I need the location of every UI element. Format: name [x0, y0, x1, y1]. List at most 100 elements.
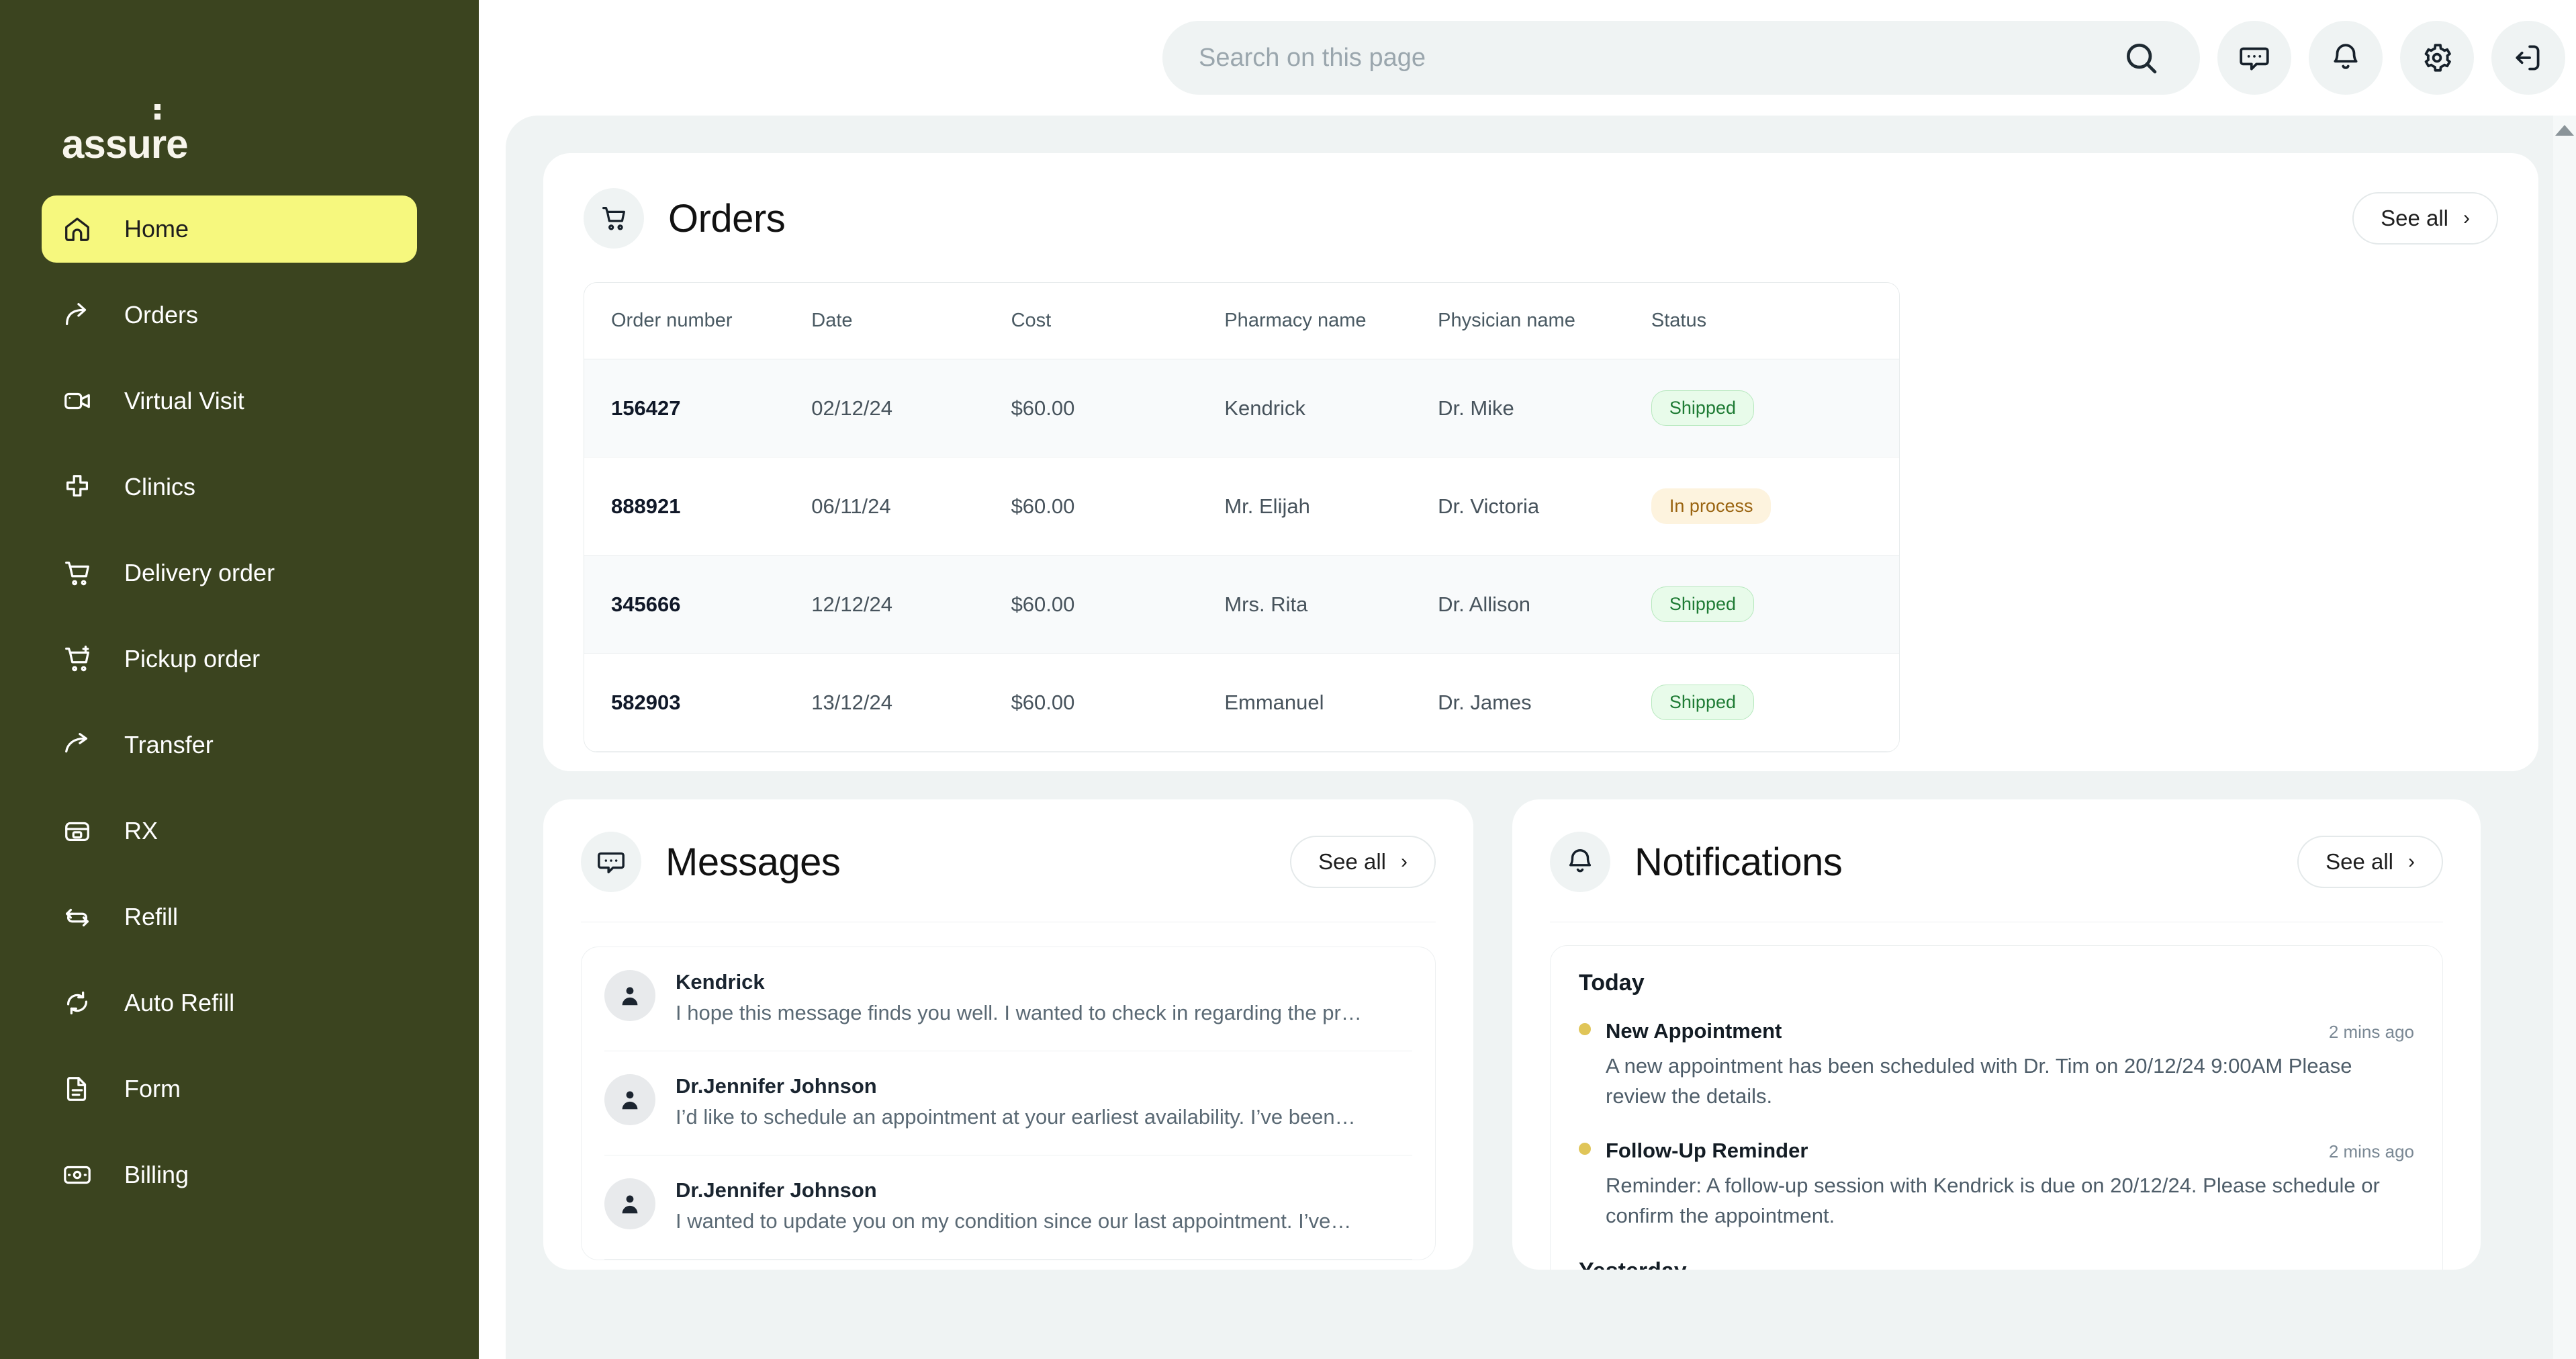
notification-item[interactable]: Follow-Up Reminder 2 mins ago Reminder: A …: [1579, 1139, 2414, 1231]
pill-box-icon: [62, 816, 93, 846]
cart-plus-icon: [62, 644, 93, 674]
sidebar: assu r e Home Orders Virtual Visit Clinics Del…: [0, 0, 479, 1359]
orders-card-header: Orders See all ›: [584, 188, 2498, 249]
logout-button[interactable]: [2491, 21, 2565, 95]
notification-text: A new appointment has been scheduled wit…: [1606, 1054, 2352, 1108]
order-status-cell: In process: [1651, 457, 1899, 556]
status-badge: Shipped: [1651, 390, 1754, 426]
search-input[interactable]: [1199, 43, 2122, 73]
sidebar-item-label: Form: [124, 1075, 181, 1102]
sidebar-item-delivery-order[interactable]: Delivery order: [42, 539, 417, 607]
order-number-cell: 345666: [584, 556, 812, 654]
medical-cross-icon: [62, 472, 93, 502]
brand-logo: assu r e: [62, 104, 479, 167]
search-bar[interactable]: [1162, 21, 2200, 95]
list-item[interactable]: Kendrick I hope this message finds you we…: [604, 947, 1412, 1051]
message-sender-name: Kendrick: [676, 970, 765, 994]
sidebar-item-label: Delivery order: [124, 559, 275, 586]
sidebar-item-label: Virtual Visit: [124, 387, 244, 414]
notification-timestamp: 2 mins ago: [2328, 1141, 2414, 1161]
chat-icon: [2238, 41, 2271, 75]
avatar: [604, 1178, 655, 1229]
order-status-cell: Shipped: [1651, 556, 1899, 654]
orders-table-body: 156427 02/12/24 $60.00 Kendrick Dr. Mike Ship…: [584, 359, 1899, 752]
order-pharmacy-cell: Kendrick: [1224, 359, 1438, 457]
orders-see-all-button[interactable]: See all ›: [2352, 192, 2498, 245]
notification-day-label: Today: [1579, 970, 1645, 996]
sidebar-item-auto-refill[interactable]: Auto Refill: [42, 969, 417, 1037]
order-physician-cell: Dr. Mike: [1438, 359, 1651, 457]
table-row[interactable]: 582903 13/12/24 $60.00 Emmanuel Dr. James Shi…: [584, 654, 1899, 752]
sidebar-item-rx[interactable]: RX: [42, 797, 417, 865]
brand-logo-text-a: assu: [62, 122, 152, 167]
sidebar-item-pickup-order[interactable]: Pickup order: [42, 625, 417, 693]
chevron-right-icon: ›: [2408, 850, 2415, 873]
bell-icon: [2329, 41, 2362, 75]
page-content: Orders See all › Order number Date Cost Pha…: [506, 116, 2563, 1359]
bell-icon: [1550, 832, 1610, 892]
video-camera-icon: [62, 386, 93, 417]
order-date-cell: 06/11/24: [811, 457, 1011, 556]
order-cost-cell: $60.00: [1011, 457, 1225, 556]
notification-timestamp: 2 mins ago: [2328, 1022, 2414, 1042]
status-badge: Shipped: [1651, 685, 1754, 720]
messages-card-header: Messages See all ›: [581, 832, 1436, 922]
sidebar-item-home[interactable]: Home: [42, 195, 417, 263]
refresh-icon: [62, 902, 93, 932]
notification-title: New Appointment: [1606, 1019, 1782, 1043]
orders-column-header: Date: [811, 283, 1011, 359]
sidebar-item-transfer[interactable]: Transfer: [42, 711, 417, 779]
messages-list: Kendrick I hope this message finds you we…: [581, 947, 1436, 1260]
messages-card: Messages See all › Kendrick I hope this m…: [543, 799, 1473, 1270]
message-sender-name: Dr.Jennifer Johnson: [676, 1074, 877, 1098]
sidebar-item-form[interactable]: Form: [42, 1055, 417, 1123]
sidebar-item-refill[interactable]: Refill: [42, 883, 417, 951]
table-row[interactable]: 888921 06/11/24 $60.00 Mr. Elijah Dr. Victor…: [584, 457, 1899, 556]
brand-logo-text-r: r: [150, 104, 167, 167]
unread-dot-icon: [1579, 1023, 1591, 1035]
notification-title: Follow-Up Reminder: [1606, 1138, 1808, 1162]
order-pharmacy-cell: Mrs. Rita: [1224, 556, 1438, 654]
order-pharmacy-cell: Mr. Elijah: [1224, 457, 1438, 556]
table-row[interactable]: 156427 02/12/24 $60.00 Kendrick Dr. Mike Ship…: [584, 359, 1899, 457]
message-body: Dr.Jennifer Johnson I’d like to schedule …: [676, 1074, 1412, 1129]
notification-item[interactable]: New Appointment 2 mins ago A new appointme…: [1579, 1019, 2414, 1112]
messages-see-all-button[interactable]: See all ›: [1290, 836, 1436, 888]
document-icon: [62, 1073, 93, 1104]
sidebar-item-orders[interactable]: Orders: [42, 281, 417, 349]
chat-icon-button[interactable]: [2217, 21, 2291, 95]
sidebar-item-virtual-visit[interactable]: Virtual Visit: [42, 367, 417, 435]
notifications-bell-button[interactable]: [2309, 21, 2383, 95]
search-icon[interactable]: [2122, 39, 2160, 77]
notifications-list: Today New Appointment 2 mins ago A new appo…: [1550, 945, 2443, 1270]
orders-column-header: Cost: [1011, 283, 1225, 359]
notifications-title: Notifications: [1635, 840, 1843, 884]
auto-refresh-icon: [62, 988, 93, 1018]
order-number-cell: 582903: [584, 654, 812, 752]
chat-icon: [581, 832, 641, 892]
cart-icon: [62, 558, 93, 588]
order-cost-cell: $60.00: [1011, 359, 1225, 457]
sidebar-item-label: RX: [124, 817, 158, 844]
scroll-up-arrow-icon[interactable]: [2555, 125, 2574, 136]
sidebar-item-label: Pickup order: [124, 645, 261, 672]
settings-button[interactable]: [2400, 21, 2474, 95]
sidebar-nav: Home Orders Virtual Visit Clinics Delivery o…: [0, 195, 479, 1209]
gear-icon: [2420, 41, 2454, 75]
order-status-cell: Shipped: [1651, 359, 1899, 457]
sidebar-item-billing[interactable]: Billing: [42, 1141, 417, 1209]
vertical-scrollbar[interactable]: [2553, 116, 2576, 1359]
order-date-cell: 13/12/24: [811, 654, 1011, 752]
message-snippet: I hope this message finds you well. I wa…: [676, 1001, 1362, 1024]
message-snippet: I’d like to schedule an appointment at y…: [676, 1105, 1356, 1129]
table-row[interactable]: 345666 12/12/24 $60.00 Mrs. Rita Dr. Allison…: [584, 556, 1899, 654]
order-physician-cell: Dr. Allison: [1438, 556, 1651, 654]
money-icon: [62, 1159, 93, 1190]
order-physician-cell: Dr. Victoria: [1438, 457, 1651, 556]
list-item[interactable]: Dr.Jennifer Johnson I’d like to schedule …: [604, 1051, 1412, 1155]
sidebar-item-label: Refill: [124, 903, 179, 930]
sidebar-item-clinics[interactable]: Clinics: [42, 453, 417, 521]
list-item[interactable]: Dr.Jennifer Johnson I wanted to update yo…: [604, 1155, 1412, 1260]
notifications-see-all-button[interactable]: See all ›: [2297, 836, 2443, 888]
order-status-cell: Shipped: [1651, 654, 1899, 752]
